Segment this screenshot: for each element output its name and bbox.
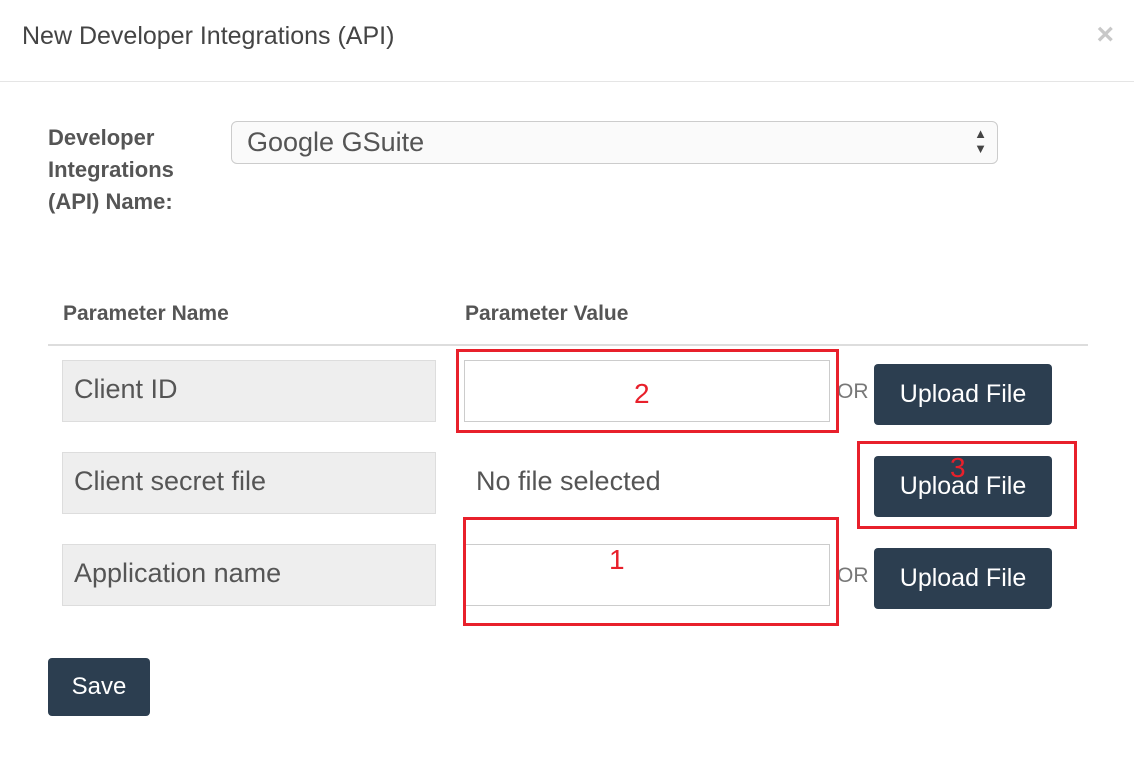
annotation-number-3: 3 bbox=[950, 452, 966, 483]
upload-file-button-client-id[interactable]: Upload File bbox=[874, 364, 1052, 425]
annotation-box-3 bbox=[857, 441, 1077, 529]
or-label: OR bbox=[837, 380, 869, 403]
param-name-application-name: Application name bbox=[62, 544, 436, 606]
param-name-client-id: Client ID bbox=[62, 360, 436, 422]
header-parameter-value: Parameter Value bbox=[465, 302, 629, 325]
integration-name-label: Developer Integrations (API) Name: bbox=[48, 125, 174, 214]
modal-title: New Developer Integrations (API) bbox=[22, 22, 395, 50]
annotation-number-2: 2 bbox=[634, 378, 650, 409]
integration-select[interactable]: Google GSuite ▲ ▼ bbox=[231, 121, 998, 164]
file-status: No file selected bbox=[476, 466, 661, 496]
save-button[interactable]: Save bbox=[48, 658, 150, 716]
modal-header: New Developer Integrations (API) × bbox=[0, 0, 1134, 82]
select-arrows-icon: ▲ ▼ bbox=[974, 126, 987, 156]
close-icon[interactable]: × bbox=[1096, 20, 1114, 50]
annotation-number-1: 1 bbox=[609, 544, 625, 575]
table-header-divider bbox=[48, 344, 1088, 346]
header-parameter-name: Parameter Name bbox=[63, 302, 229, 325]
param-name-client-secret-file: Client secret file bbox=[62, 452, 436, 514]
or-label: OR bbox=[837, 564, 869, 587]
upload-file-button-application-name[interactable]: Upload File bbox=[874, 548, 1052, 609]
integration-select-value: Google GSuite bbox=[247, 127, 425, 157]
annotation-box-1 bbox=[463, 517, 839, 626]
